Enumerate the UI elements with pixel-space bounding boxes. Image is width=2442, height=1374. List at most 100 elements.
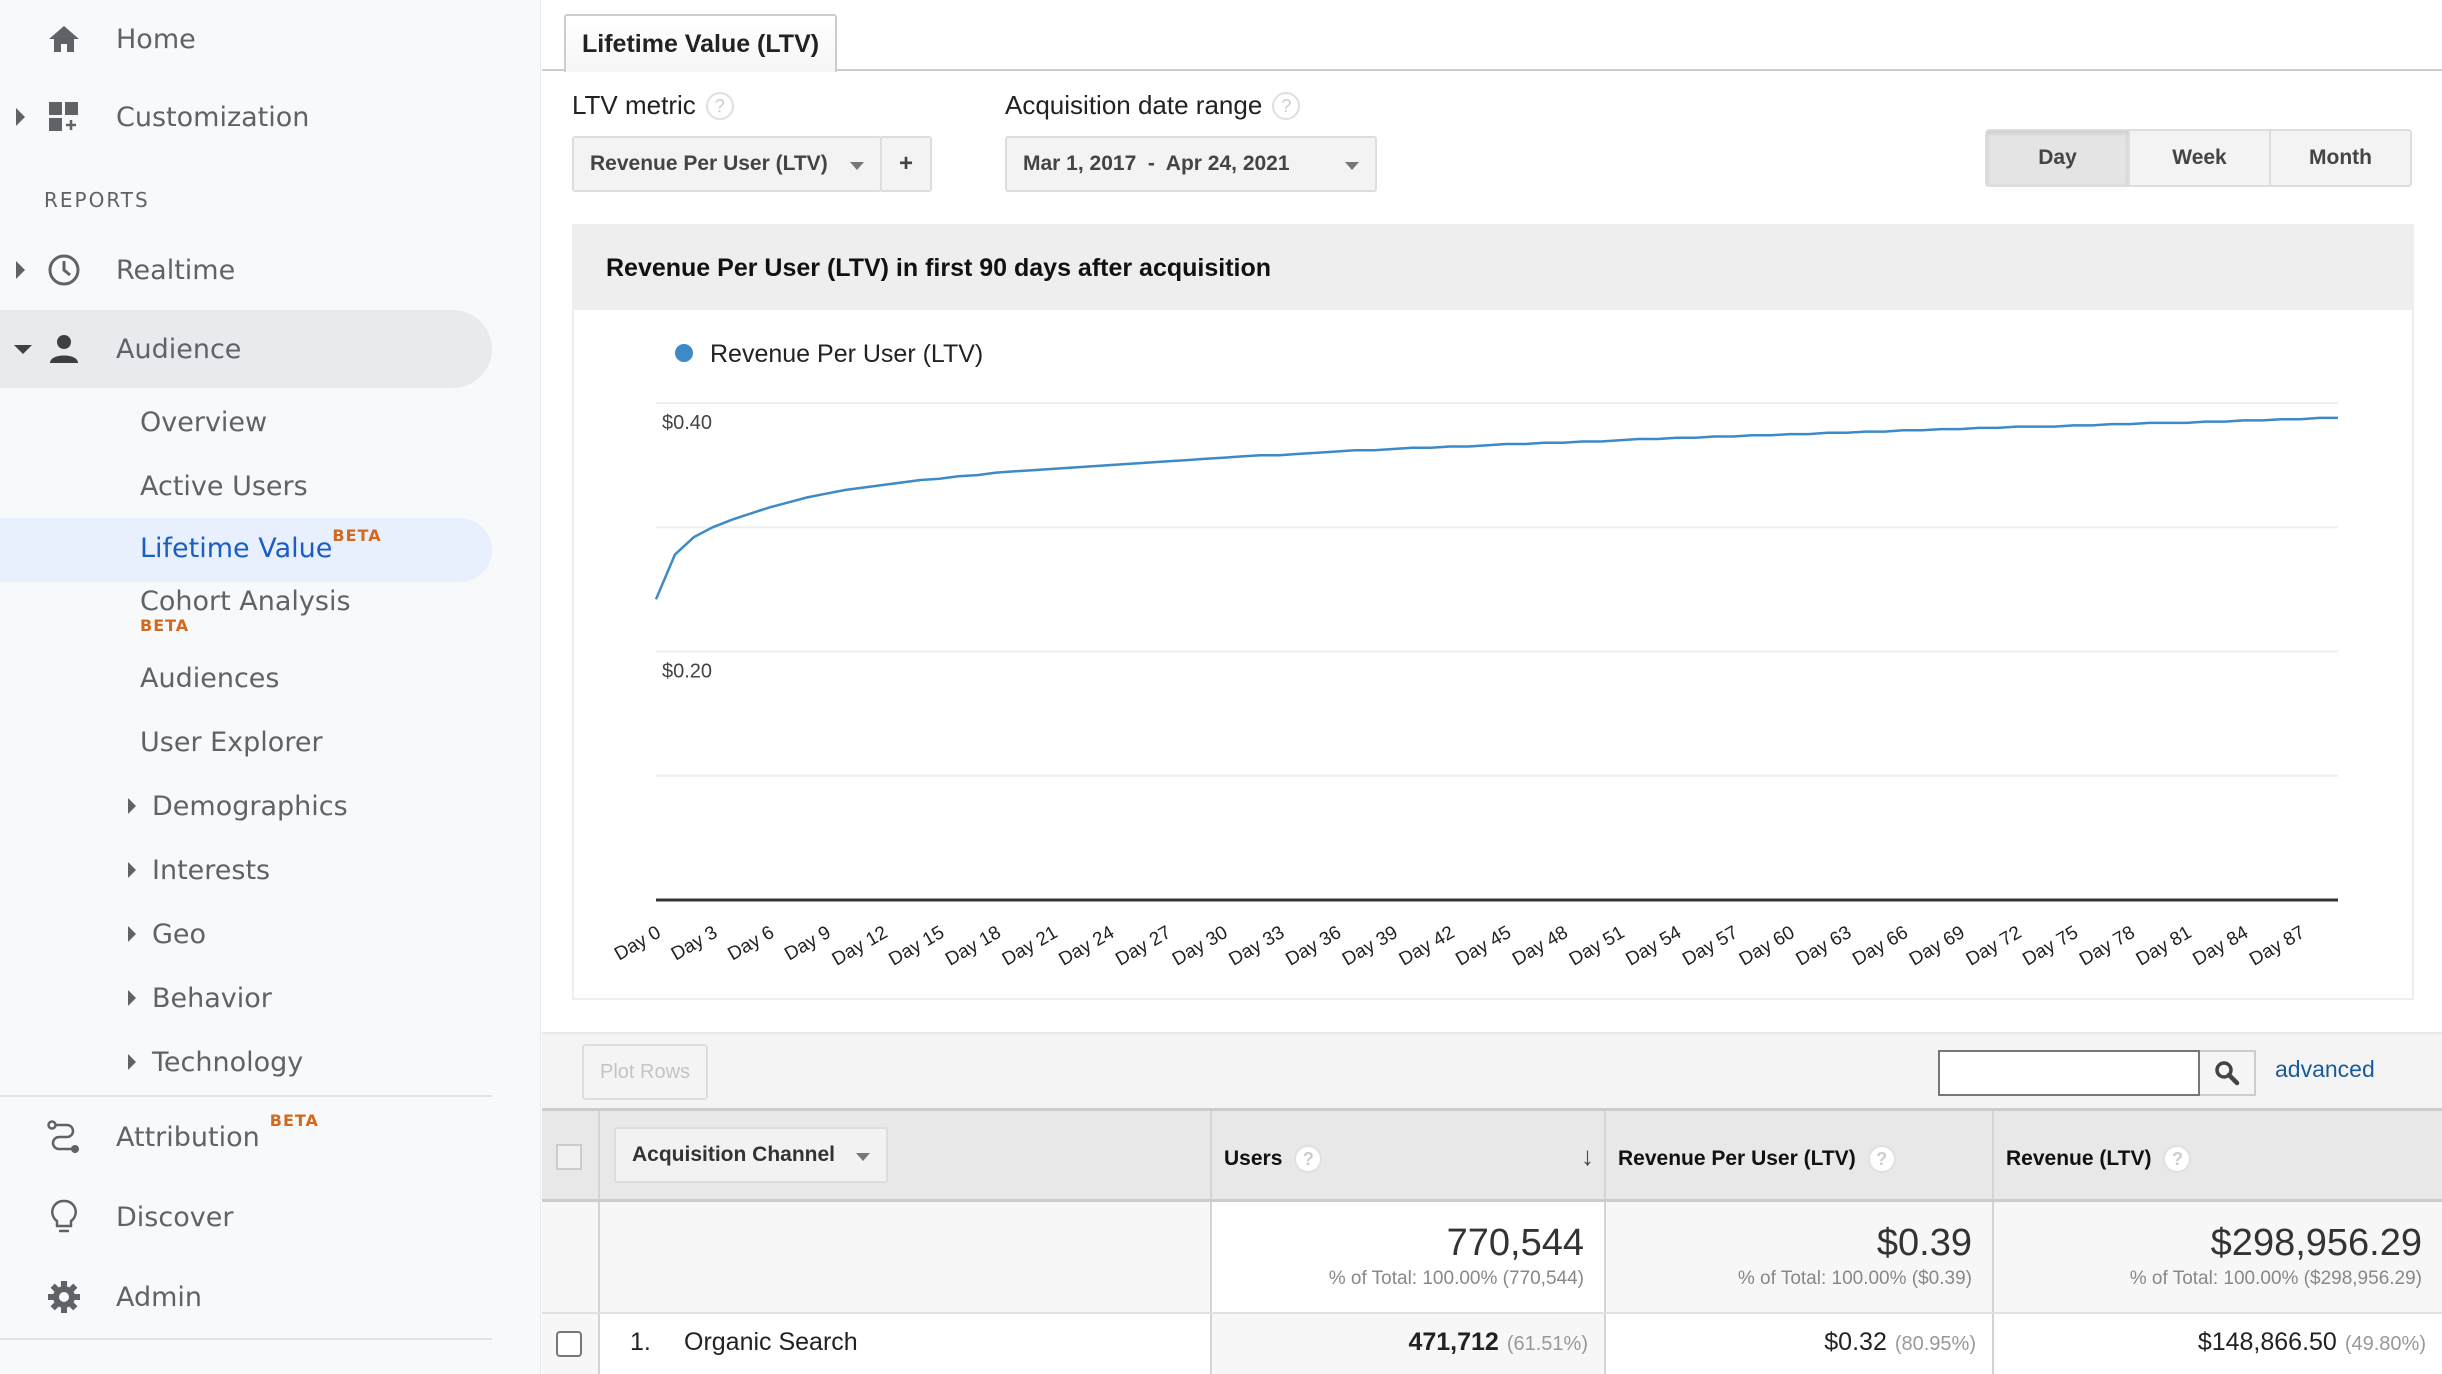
caret-down-icon[interactable] [14,344,32,354]
help-icon[interactable]: ? [2163,1145,2192,1173]
x-tick-label: Day 84 [2189,922,2252,971]
sidebar-item-overview[interactable]: Overview [0,390,492,454]
caret-right-icon[interactable] [128,798,136,814]
sidebar-item-customization[interactable]: Customization [0,78,492,156]
row-number: 1. [630,1328,651,1356]
total-revenue-pct: % of Total: 100.00% ($298,956.29) [2129,1268,2422,1289]
sidebar-item-lifetime-value[interactable]: Lifetime ValueBETA [0,518,492,582]
column-header-revenue[interactable]: Revenue (LTV)? [1994,1111,2442,1199]
beta-badge: BETA [269,1111,319,1130]
x-tick-label: Day 12 [829,922,892,970]
dropdown-arrow-icon [856,1153,870,1161]
reports-section-title: REPORTS [44,188,150,212]
sidebar-item-label: Demographics [152,790,348,822]
x-tick-label: Day 42 [1396,922,1459,970]
table-header-row: Acquisition Channel Users? ↓ Revenue Per… [542,1108,2442,1202]
sidebar-divider [0,1338,492,1340]
totals-row: 770,544 % of Total: 100.00% (770,544) $0… [542,1202,2442,1314]
caret-right-icon[interactable] [16,108,25,126]
tab-lifetime-value[interactable]: Lifetime Value (LTV) [564,14,838,72]
sidebar-item-audience[interactable]: Audience [0,310,492,388]
sidebar-item-cohort-analysis[interactable]: Cohort Analysis BETA [0,582,492,654]
row-dimension-value[interactable]: Organic Search [684,1328,858,1357]
x-tick-label: Day 75 [2019,922,2082,970]
main-content: Lifetime Value (LTV) LTV metric ? Revenu… [542,0,2442,1374]
table-toolbar: Plot Rows advanced [542,1032,2442,1110]
x-tick-label: Day 21 [999,922,1062,970]
ltv-chart-panel: Revenue Per User (LTV) in first 90 days … [572,224,2414,1000]
granularity-month-button[interactable]: Month [2269,131,2410,185]
row-users: 471,712 (61.51%) [1408,1328,1588,1356]
help-icon[interactable]: ? [1272,91,1301,120]
sidebar-item-home[interactable]: Home [0,0,492,78]
legend-marker [675,344,693,362]
x-tick-label: Day 36 [1282,922,1345,970]
column-header-revenue-per-user[interactable]: Revenue Per User (LTV)? [1606,1111,1994,1199]
ltv-metric-label-text: LTV metric [572,90,696,120]
sidebar-item-behavior[interactable]: Behavior [0,966,492,1030]
ltv-metric-dropdown[interactable]: Revenue Per User (LTV) [572,136,882,192]
x-tick-label: Day 57 [1679,922,1742,970]
caret-right-icon[interactable] [128,990,136,1006]
caret-right-icon[interactable] [128,862,136,878]
sidebar-item-label: Lifetime ValueBETA [140,526,382,564]
sidebar-nav: Home Customization REPORTS Realtime Audi… [0,0,541,1374]
sidebar-item-label: Realtime [116,254,236,286]
date-range-dropdown[interactable]: Mar 1, 2017 - Apr 24, 2021 [1005,136,1377,192]
column-label: Revenue Per User (LTV) [1618,1147,1856,1170]
caret-right-icon[interactable] [128,926,136,942]
caret-right-icon[interactable] [16,261,25,279]
total-revenue-per-user-pct: % of Total: 100.00% ($0.39) [1737,1268,1972,1289]
column-label: Users [1224,1147,1283,1170]
x-tick-label: Day 66 [1849,922,1912,970]
sidebar-item-geo[interactable]: Geo [0,902,492,966]
row-checkbox[interactable] [556,1331,582,1357]
primary-dimension-dropdown[interactable]: Acquisition Channel [614,1127,888,1183]
sidebar-item-demographics[interactable]: Demographics [0,774,492,838]
sidebar-item-attribution[interactable]: AttributionBETA [0,1098,492,1176]
x-tick-label: Day 51 [1566,922,1629,970]
sidebar-item-label: Active Users [140,470,308,502]
ltv-metric-label: LTV metric ? [572,90,734,121]
search-button[interactable] [2200,1050,2256,1096]
column-header-users[interactable]: Users? ↓ [1212,1111,1606,1199]
sidebar-item-label: Technology [152,1046,304,1078]
sidebar-item-label: Audience [116,333,242,365]
help-icon[interactable]: ? [1867,1145,1896,1173]
sidebar-item-user-explorer[interactable]: User Explorer [0,710,492,774]
dropdown-arrow-icon [1345,162,1359,170]
sidebar-item-label: Cohort Analysis [140,586,351,617]
granularity-toggle: Day Week Month [1985,129,2412,187]
sidebar-item-label: User Explorer [140,726,323,758]
sidebar-item-realtime[interactable]: Realtime [0,231,492,309]
sidebar-item-technology[interactable]: Technology [0,1030,492,1094]
y-tick-label: $0.40 [662,412,712,434]
x-tick-label: Day 63 [1792,922,1855,970]
sidebar-item-label: Geo [152,918,207,950]
add-metric-button[interactable]: + [880,136,932,192]
x-tick-label: Day 39 [1339,922,1402,970]
x-tick-label: Day 9 [781,922,834,965]
sidebar-item-label: Admin [116,1281,203,1313]
granularity-week-button[interactable]: Week [2128,131,2269,185]
help-icon[interactable]: ? [1294,1145,1323,1173]
table-search-input[interactable] [1938,1050,2200,1096]
sidebar-item-audiences[interactable]: Audiences [0,646,492,710]
sidebar-item-label: Behavior [152,982,272,1014]
total-revenue-per-user: $0.39 [1876,1222,1972,1264]
sidebar-divider [0,1095,492,1097]
granularity-day-button[interactable]: Day [1987,131,2128,185]
x-tick-label: Day 15 [885,922,948,970]
series-line [654,416,2338,600]
plot-rows-button[interactable]: Plot Rows [582,1044,708,1100]
sidebar-item-admin[interactable]: Admin [0,1258,492,1336]
advanced-filter-link[interactable]: advanced [2275,1056,2375,1083]
tab-bar: Lifetime Value (LTV) [542,0,2442,72]
sidebar-item-interests[interactable]: Interests [0,838,492,902]
sidebar-item-discover[interactable]: Discover [0,1178,492,1256]
sort-descending-icon[interactable]: ↓ [1581,1141,1594,1172]
help-icon[interactable]: ? [705,91,734,120]
sidebar-item-active-users[interactable]: Active Users [0,454,492,518]
select-all-checkbox[interactable] [556,1144,582,1170]
caret-right-icon[interactable] [128,1054,136,1070]
